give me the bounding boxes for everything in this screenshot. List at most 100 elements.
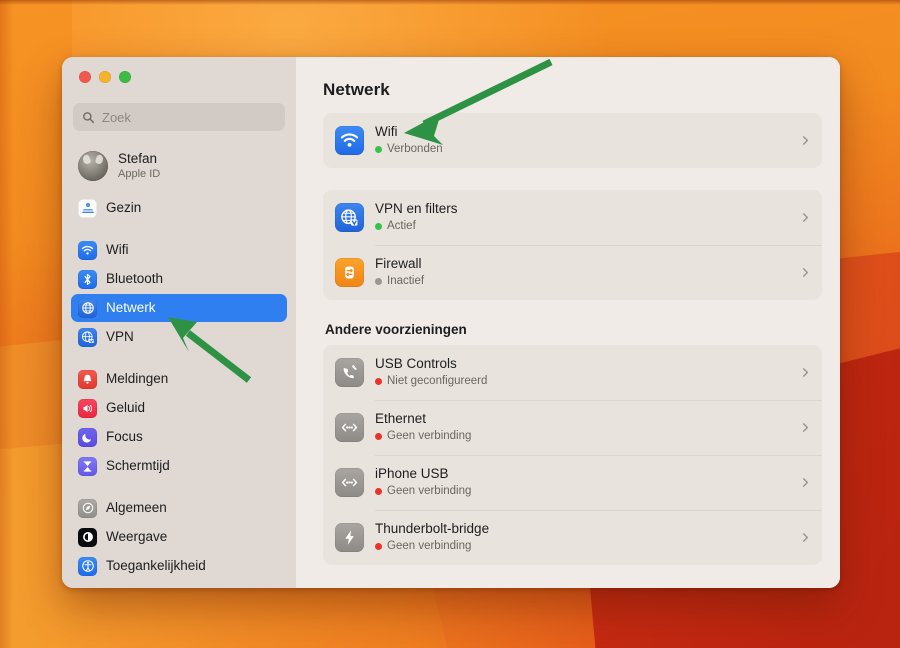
account-name: Stefan [118,151,158,167]
sidebar-item-label: Schermtijd [106,458,170,474]
row-wifi[interactable]: Wifi Verbonden [323,113,822,168]
content-panel: Netwerk Wifi Verbonden VPN en filters Ac… [296,57,840,588]
row-title: Firewall [375,256,422,272]
status-dot [375,145,382,153]
wifi-icon [335,126,364,155]
row-thunderbolt-bridge[interactable]: Thunderbolt-bridge Geen verbinding [323,510,822,565]
sidebar-item-label: Bluetooth [106,271,164,287]
chevron-right-icon [802,268,809,277]
row-status: Verbonden [375,143,790,156]
bluetooth-icon [78,269,97,289]
status-text: Geen verbinding [387,485,472,498]
status-text: Actief [387,220,416,233]
notifications-icon [78,369,97,389]
row-ethernet[interactable]: Ethernet Geen verbinding [323,400,822,455]
screentime-hourglass-icon [78,456,97,476]
card-wifi: Wifi Verbonden [323,113,822,168]
system-settings-window: Zoek Stefan Apple ID Gezin Wifi Bluetoot… [62,57,840,588]
search-field[interactable]: Zoek [73,103,285,131]
sound-icon [78,398,97,418]
search-icon [83,111,95,123]
row-title: Ethernet [375,411,427,427]
family-icon [78,198,97,218]
sidebar-divider-2 [71,352,287,365]
sidebar-item-weergave[interactable]: Weergave [71,523,287,551]
chevron-right-icon [802,136,809,145]
general-gear-icon [78,498,97,518]
sidebar-item-label: Algemeen [106,500,167,516]
status-dot [375,432,382,440]
account-subtitle: Apple ID [118,167,161,180]
status-text: Inactief [387,275,425,288]
wifi-icon [78,240,97,260]
display-icon [78,527,97,547]
sidebar-item-label: Netwerk [106,300,156,316]
accessibility-icon [78,556,97,576]
sidebar-item-meldingen[interactable]: Meldingen [71,365,287,393]
sidebar-list: Stefan Apple ID Gezin Wifi Bluetooth Net… [62,131,296,580]
chevron-right-icon [802,423,809,432]
avatar [78,151,108,181]
row-status: Niet geconfigureerd [375,375,790,388]
sidebar-item-algemeen[interactable]: Algemeen [71,494,287,522]
close-button[interactable] [79,71,91,83]
status-text: Niet geconfigureerd [387,375,488,388]
row-title: VPN en filters [375,201,458,217]
page-title: Netwerk [323,80,390,99]
row-firewall[interactable]: Firewall Inactief [323,245,822,300]
sidebar-item-vpn[interactable]: VPN [71,323,287,351]
sidebar-item-apple-id[interactable]: Stefan Apple ID [71,144,287,188]
sidebar-item-gezin[interactable]: Gezin [71,194,287,222]
focus-moon-icon [78,427,97,447]
vpn-globe-icon [78,327,97,347]
section-heading-andere-voorzieningen: Andere voorzieningen [325,322,467,337]
sidebar-item-label: Wifi [106,242,129,258]
sidebar-item-label: VPN [106,329,134,345]
wallpaper-top-shade [0,0,900,5]
sidebar-item-toegankelijkheid[interactable]: Toegankelijkheid [71,552,287,580]
status-text: Geen verbinding [387,540,472,553]
sidebar-item-wifi[interactable]: Wifi [71,236,287,264]
sidebar-item-focus[interactable]: Focus [71,423,287,451]
sidebar-item-netwerk[interactable]: Netwerk [71,294,287,322]
chevron-right-icon [802,368,809,377]
sidebar-item-label: Gezin [106,200,142,216]
status-dot [375,487,382,495]
row-usb-controls[interactable]: USB Controls Niet geconfigureerd [323,345,822,400]
sidebar-item-label: Weergave [106,529,168,545]
status-dot [375,222,382,230]
row-title: Thunderbolt-bridge [375,521,490,537]
row-iphone-usb[interactable]: iPhone USB Geen verbinding [323,455,822,510]
thunderbolt-icon [335,523,364,552]
sidebar: Zoek Stefan Apple ID Gezin Wifi Bluetoot… [62,57,296,588]
chevron-right-icon [802,213,809,222]
status-dot [375,277,382,285]
zoom-button[interactable] [119,71,131,83]
vpn-globe-icon [335,203,364,232]
ethernet-icon [335,413,364,442]
status-text: Geen verbinding [387,430,472,443]
row-vpn-en-filters[interactable]: VPN en filters Actief [323,190,822,245]
card-andere-voorzieningen: USB Controls Niet geconfigureerd Etherne… [323,345,822,565]
row-status: Geen verbinding [375,485,790,498]
minimize-button[interactable] [99,71,111,83]
row-title: Wifi [375,124,398,140]
sidebar-item-geluid[interactable]: Geluid [71,394,287,422]
status-dot [375,377,382,385]
usb-phone-icon [335,358,364,387]
chevron-right-icon [802,533,809,542]
row-title: iPhone USB [375,466,449,482]
row-status: Inactief [375,275,790,288]
row-status: Geen verbinding [375,430,790,443]
status-text: Verbonden [387,143,443,156]
firewall-icon [335,258,364,287]
card-vpn-firewall: VPN en filters Actief Firewall Inactief [323,190,822,300]
chevron-right-icon [802,478,809,487]
search-placeholder: Zoek [102,109,131,125]
window-controls [62,57,296,95]
sidebar-item-bluetooth[interactable]: Bluetooth [71,265,287,293]
row-status: Geen verbinding [375,540,790,553]
sidebar-item-schermtijd[interactable]: Schermtijd [71,452,287,480]
sidebar-item-label: Focus [106,429,143,445]
row-title: USB Controls [375,356,457,372]
